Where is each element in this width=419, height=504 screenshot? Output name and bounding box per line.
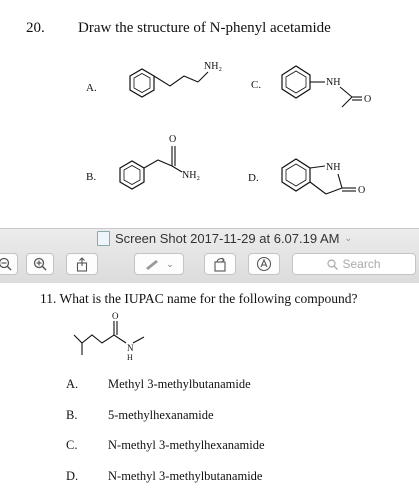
share-icon — [76, 256, 88, 272]
option-a-nh2-label: NH₂ — [204, 61, 222, 72]
option-d-structure: NH O — [281, 158, 365, 196]
rotate-button[interactable] — [204, 253, 236, 275]
question-11-h-label: H — [127, 353, 133, 362]
answer-a-text: Methyl 3-methylbutanamide — [108, 377, 251, 391]
window-title-bar[interactable]: Screen Shot 2017-11-29 at 6.07.19 AM ⌄ — [0, 231, 419, 251]
share-button[interactable] — [66, 253, 98, 275]
window-title: Screen Shot 2017-11-29 at 6.07.19 AM — [114, 231, 340, 246]
search-icon — [327, 258, 339, 270]
search-placeholder: Search — [342, 257, 381, 271]
document-icon — [96, 231, 110, 246]
option-a-letter: A. — [86, 82, 97, 94]
option-b-nh2-label: NH₂ — [182, 170, 200, 181]
annotate-icon — [256, 256, 272, 272]
question-11-n-label: N — [127, 343, 134, 353]
annotate-button[interactable] — [248, 253, 280, 275]
question-20-prompt: Draw the structure of N-phenyl acetamide — [78, 20, 331, 36]
answer-a-letter: A. — [66, 377, 79, 391]
option-c-structure: NH O — [281, 65, 371, 108]
option-d-nh-label: NH — [326, 162, 340, 173]
svg-text:O: O — [358, 185, 365, 196]
preview-toolbar: Screen Shot 2017-11-29 at 6.07.19 AM ⌄ ⌄… — [0, 228, 419, 284]
chevron-down-icon[interactable]: ⌄ — [166, 259, 174, 270]
question-20-number: 20. — [26, 20, 45, 36]
question-11-document: 11. What is the IUPAC name for the follo… — [0, 283, 419, 504]
answer-c-text: N-methyl 3-methylhexanamide — [108, 438, 265, 452]
answer-b-text: 5-methylhexanamide — [108, 408, 214, 422]
answer-d-letter: D. — [66, 469, 79, 483]
zoom-out-icon — [0, 257, 12, 271]
option-c-letter: C. — [251, 79, 262, 91]
answer-d-text: N-methyl 3-methylbutanamide — [108, 469, 263, 483]
markup-pen-button[interactable]: ⌄ — [134, 253, 184, 275]
question-20-document: 20. Draw the structure of N-phenyl aceta… — [0, 0, 419, 228]
markup-pen-icon — [146, 260, 159, 270]
question-11-prompt: 11. What is the IUPAC name for the follo… — [40, 291, 358, 306]
option-a-structure: NH₂ — [129, 61, 222, 98]
svg-text:O: O — [112, 311, 119, 321]
option-b-letter: B. — [86, 171, 97, 183]
option-c-nh-label: NH — [326, 77, 340, 88]
svg-text:O: O — [169, 134, 176, 145]
zoom-in-icon — [33, 257, 47, 271]
option-b-structure: O NH₂ — [119, 134, 200, 190]
search-input[interactable]: Search — [292, 253, 416, 275]
question-11-structure: O N H — [73, 311, 145, 362]
zoom-out-button[interactable] — [0, 253, 18, 275]
title-chevron-down-icon[interactable]: ⌄ — [344, 233, 352, 244]
rotate-icon — [214, 257, 226, 272]
answer-c-letter: C. — [66, 438, 78, 452]
svg-text:O: O — [364, 94, 371, 105]
answer-b-letter: B. — [66, 408, 78, 422]
option-d-letter: D. — [248, 172, 259, 184]
zoom-in-button[interactable] — [26, 253, 54, 275]
